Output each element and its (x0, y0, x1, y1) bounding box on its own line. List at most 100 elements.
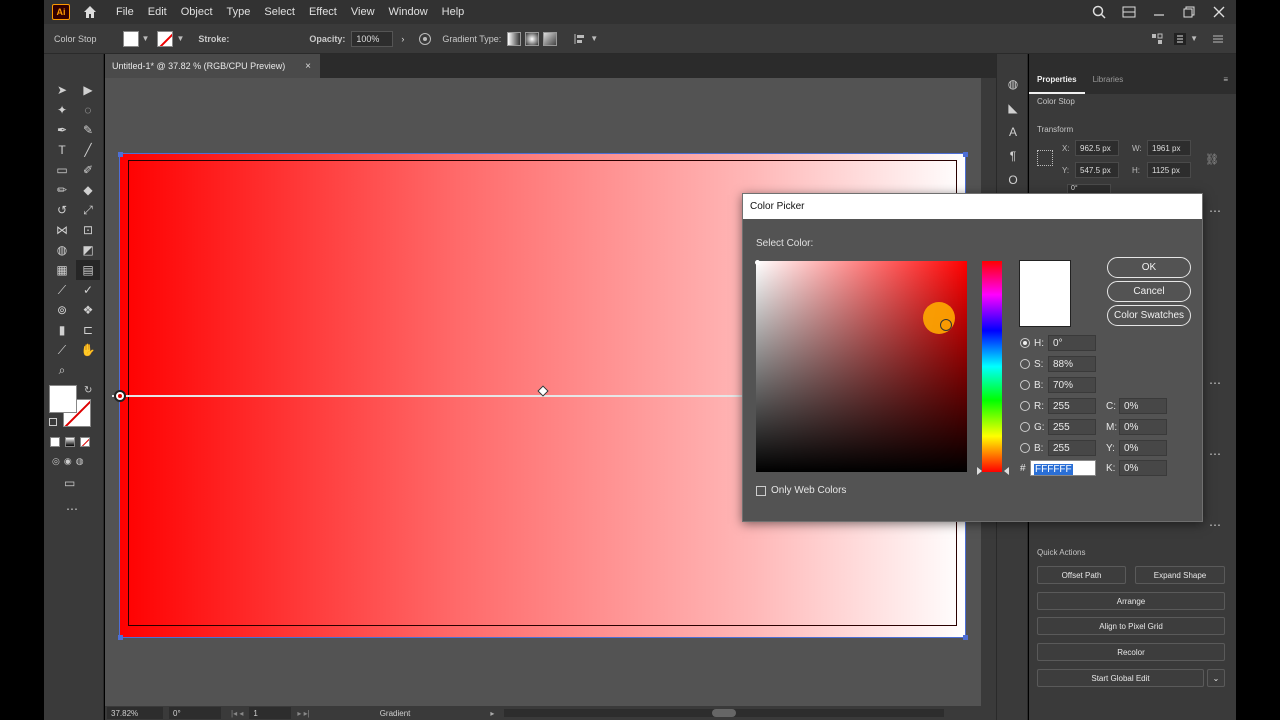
red-radio[interactable] (1020, 401, 1030, 411)
eyedropper-tool-icon[interactable]: ⟋ (50, 280, 74, 300)
restore-icon[interactable] (1182, 5, 1196, 19)
artboard-tool-icon[interactable]: ⊏ (76, 320, 100, 340)
black-input[interactable]: 0% (1119, 460, 1167, 476)
gradient-mode-icon[interactable] (65, 437, 75, 447)
character-panel-icon[interactable]: A (997, 120, 1029, 144)
opentype-panel-icon[interactable]: O (997, 168, 1029, 192)
none-mode-icon[interactable] (80, 437, 90, 447)
color-mode-icon[interactable] (50, 437, 60, 447)
tab-properties[interactable]: Properties (1029, 75, 1085, 94)
selection-handle[interactable] (118, 152, 123, 157)
rectangle-tool-icon[interactable]: ▭ (50, 160, 74, 180)
menu-view[interactable]: View (351, 6, 375, 18)
status-menu-icon[interactable]: ▸ (490, 709, 494, 718)
freeform-gradient-icon[interactable] (543, 31, 558, 46)
linear-gradient-icon[interactable] (507, 31, 522, 46)
curvature-tool-icon[interactable]: ✎ (76, 120, 100, 140)
radial-gradient-icon[interactable] (525, 31, 540, 46)
perspective-grid-tool-icon[interactable]: ◩ (76, 240, 100, 260)
zoom-tool-icon[interactable]: ⌕ (50, 360, 74, 380)
brightness-radio[interactable] (1020, 380, 1030, 390)
search-icon[interactable] (1092, 5, 1106, 19)
more-tools-icon[interactable]: ⋯ (66, 502, 78, 516)
brushes-panel-icon[interactable]: ◣ (997, 96, 1029, 120)
more-options-icon[interactable]: ⋯ (1209, 447, 1221, 461)
menu-select[interactable]: Select (264, 6, 295, 18)
more-options-icon[interactable]: ⋯ (1209, 518, 1221, 532)
slice-tool-icon[interactable]: ⟋ (50, 340, 74, 360)
start-global-edit-button[interactable]: Start Global Edit (1037, 669, 1204, 687)
artboard-nav-next-icon[interactable]: ▸ ▸| (297, 709, 309, 718)
gradient-start-stop[interactable] (114, 390, 126, 402)
brightness-input[interactable]: 70% (1048, 377, 1096, 393)
shape-builder-tool-icon[interactable]: ◍ (50, 240, 74, 260)
stroke-swatch[interactable] (157, 30, 174, 47)
opacity-input[interactable]: 100% (351, 30, 394, 47)
chevron-down-icon[interactable]: ▼ (590, 34, 598, 43)
menu-type[interactable]: Type (227, 6, 251, 18)
yellow-input[interactable]: 0% (1119, 440, 1167, 456)
cancel-button[interactable]: Cancel (1107, 281, 1191, 302)
color-field-marker[interactable] (755, 260, 760, 265)
hue-slider-right-arrow[interactable] (1004, 467, 1009, 475)
align-icon[interactable] (573, 32, 587, 46)
magenta-input[interactable]: 0% (1119, 419, 1167, 435)
y-input[interactable]: 547.5 px (1075, 162, 1119, 178)
saturation-brightness-field[interactable] (756, 261, 967, 472)
minimize-icon[interactable] (1152, 5, 1166, 19)
selection-tool-icon[interactable]: ➤ (50, 80, 74, 100)
blend-tool-icon[interactable]: ⊚ (50, 300, 74, 320)
fill-swatch[interactable] (122, 30, 139, 47)
menu-file[interactable]: File (116, 6, 134, 18)
artboard-nav-icon[interactable]: |◂ ◂ (231, 709, 243, 718)
hue-slider[interactable] (982, 261, 1002, 472)
arrange-icon[interactable] (1151, 33, 1163, 45)
appearance-panel-icon[interactable]: ◍ (997, 72, 1029, 96)
constrain-proportions-icon[interactable]: ⛓ (1205, 153, 1219, 166)
column-graph-tool-icon[interactable]: ▮ (50, 320, 74, 340)
close-tab-icon[interactable]: × (305, 61, 311, 72)
hex-input[interactable]: FFFFFF (1030, 460, 1096, 476)
horizontal-scrollbar[interactable] (504, 709, 945, 717)
menu-window[interactable]: Window (389, 6, 428, 18)
selection-handle[interactable] (118, 635, 123, 640)
blue-input[interactable]: 255 (1048, 440, 1096, 456)
green-radio[interactable] (1020, 422, 1030, 432)
fill-color-box[interactable] (49, 385, 77, 413)
chevron-down-icon[interactable]: ▼ (142, 34, 150, 43)
draw-behind-icon[interactable]: ◉ (64, 456, 72, 467)
width-input[interactable]: 1961 px (1147, 140, 1191, 156)
hue-input[interactable]: 0° (1048, 335, 1096, 351)
gradient-annotator-line[interactable] (112, 395, 752, 397)
home-icon[interactable] (82, 4, 98, 20)
recolor-button[interactable]: Recolor (1037, 643, 1225, 661)
saturation-radio[interactable] (1020, 359, 1030, 369)
paintbrush-tool-icon[interactable]: ✐ (76, 160, 100, 180)
menu-effect[interactable]: Effect (309, 6, 337, 18)
hamburger-icon[interactable] (1212, 33, 1224, 45)
x-input[interactable]: 962.5 px (1075, 140, 1119, 156)
more-options-icon[interactable]: ⋯ (1209, 204, 1221, 218)
chevron-right-icon[interactable]: › (401, 34, 404, 44)
close-icon[interactable] (1212, 5, 1226, 19)
symbol-sprayer-tool-icon[interactable]: ❖ (76, 300, 100, 320)
selection-handle[interactable] (963, 635, 968, 640)
hue-slider-left-arrow[interactable] (977, 467, 982, 475)
blue-radio[interactable] (1020, 443, 1030, 453)
color-swatches-button[interactable]: Color Swatches (1107, 305, 1191, 326)
magic-wand-tool-icon[interactable]: ✦ (50, 100, 74, 120)
expand-shape-button[interactable]: Expand Shape (1135, 566, 1225, 584)
rotation-field[interactable]: 0° (169, 707, 221, 719)
zoom-field[interactable]: 37.82% (107, 707, 163, 719)
tab-libraries[interactable]: Libraries (1085, 75, 1132, 94)
shaper-tool-icon[interactable]: ✏ (50, 180, 74, 200)
scale-tool-icon[interactable]: ⤢ (76, 200, 100, 220)
arrange-button[interactable]: Arrange (1037, 592, 1225, 610)
align-pixel-grid-button[interactable]: Align to Pixel Grid (1037, 617, 1225, 635)
type-tool-icon[interactable]: T (50, 140, 74, 160)
document-tab[interactable]: Untitled-1* @ 37.82 % (RGB/CPU Preview) … (105, 54, 320, 78)
chevron-down-icon[interactable]: ▼ (1190, 34, 1198, 43)
green-input[interactable]: 255 (1048, 419, 1096, 435)
only-web-colors-checkbox[interactable] (756, 486, 766, 496)
hue-radio[interactable] (1020, 338, 1030, 348)
